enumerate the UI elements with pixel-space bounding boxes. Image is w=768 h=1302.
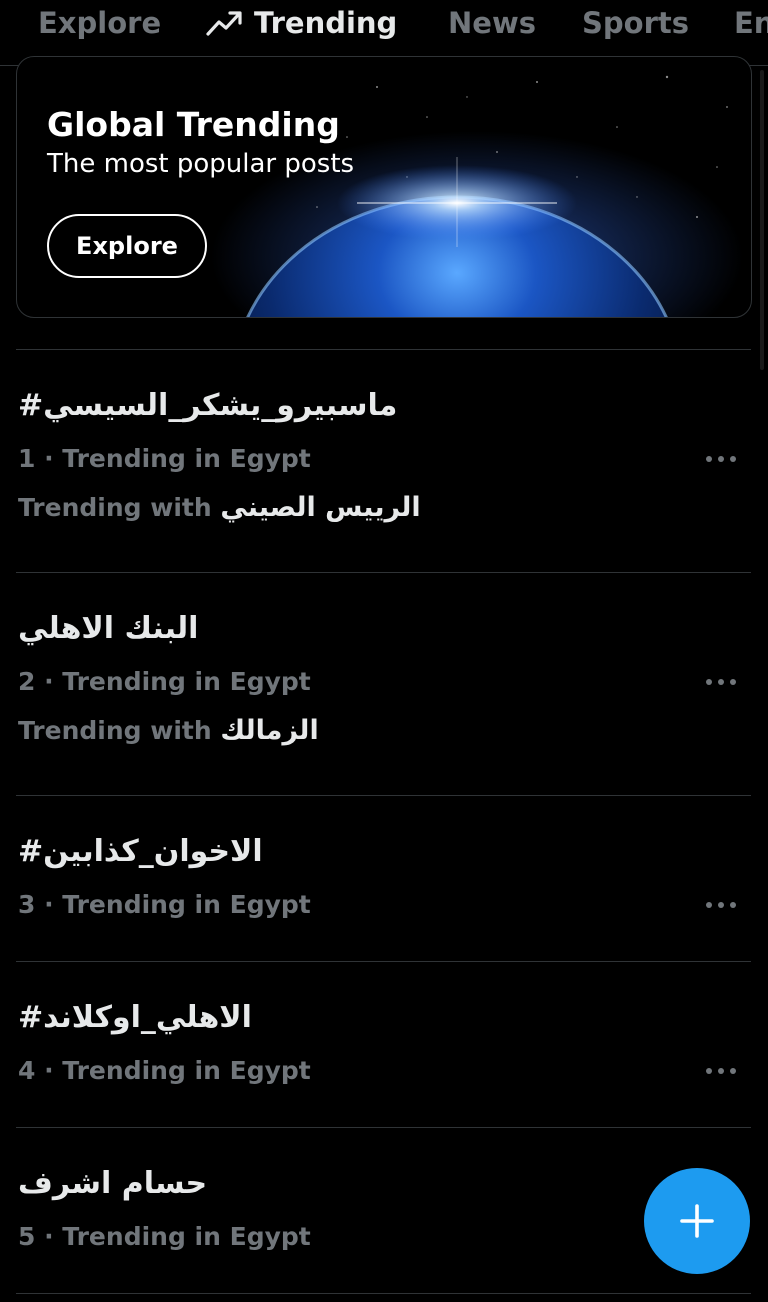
trend-context-prefix: Trending with xyxy=(18,716,221,745)
more-horizontal-icon[interactable] xyxy=(703,1061,739,1081)
trend-meta: 5 · Trending in Egypt xyxy=(18,1222,311,1251)
banner-explore-button[interactable]: Explore xyxy=(47,214,207,278)
global-trending-banner[interactable]: Global Trending The most popular posts E… xyxy=(16,56,752,318)
trend-meta: 3 · Trending in Egypt xyxy=(18,890,311,919)
trend-context-prefix: Trending with xyxy=(18,493,221,522)
more-horizontal-icon[interactable] xyxy=(703,672,739,692)
divider xyxy=(16,1293,751,1294)
banner-subtitle: The most popular posts xyxy=(47,149,355,179)
trend-meta: 2 · Trending in Egypt xyxy=(18,667,311,696)
trend-context: Trending with الرييس الصيني xyxy=(18,492,421,523)
trend-title: حسام اشرف xyxy=(18,1166,208,1201)
trend-meta: 1 · Trending in Egypt xyxy=(18,444,311,473)
tab-trending-label: Trending xyxy=(254,6,398,40)
trend-context-name: الرييس الصيني xyxy=(220,492,421,523)
trend-item[interactable]: #ماسبيرو_يشكر_السيسي 1 · Trending in Egy… xyxy=(0,350,768,572)
tab-entertainment-label: En xyxy=(734,6,768,40)
plus-icon xyxy=(680,1204,714,1238)
trend-context-name: الزمالك xyxy=(220,715,319,746)
tab-news-label: News xyxy=(448,6,536,40)
trend-item[interactable]: #الاهلي_اوكلاند 4 · Trending in Egypt xyxy=(0,962,768,1127)
trend-title: #الاخوان_كذابين xyxy=(18,834,263,869)
trend-title: #الاهلي_اوكلاند xyxy=(18,1000,252,1035)
trend-context: Trending with الزمالك xyxy=(18,715,319,746)
tab-sports-label: Sports xyxy=(582,6,689,40)
trending-arrow-icon xyxy=(206,11,242,36)
compose-fab-button[interactable] xyxy=(644,1168,750,1274)
trend-item[interactable]: البنك الاهلي 2 · Trending in Egypt Trend… xyxy=(0,573,768,795)
trend-meta: 4 · Trending in Egypt xyxy=(18,1056,311,1085)
trend-title: #ماسبيرو_يشكر_السيسي xyxy=(18,388,398,423)
more-horizontal-icon[interactable] xyxy=(703,895,739,915)
scrollbar[interactable] xyxy=(760,70,764,370)
tab-explore-label: Explore xyxy=(38,6,162,40)
earth-image xyxy=(246,75,728,317)
trend-item[interactable]: #الاخوان_كذابين 3 · Trending in Egypt xyxy=(0,796,768,961)
more-horizontal-icon[interactable] xyxy=(703,449,739,469)
trend-title: البنك الاهلي xyxy=(18,611,199,646)
banner-title: Global Trending xyxy=(47,105,340,144)
